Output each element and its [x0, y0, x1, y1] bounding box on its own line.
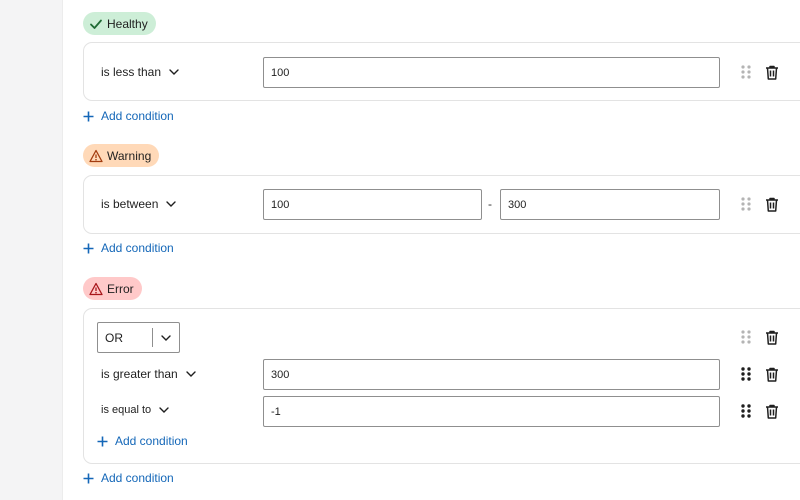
error-badge: Error: [83, 277, 142, 300]
operator-dropdown[interactable]: is between: [101, 197, 177, 211]
trash-icon[interactable]: [764, 329, 780, 345]
chevron-down-icon: [153, 332, 179, 344]
logic-operator-value: OR: [105, 330, 123, 345]
range-to-input[interactable]: [500, 189, 720, 220]
plus-icon: [83, 473, 94, 484]
add-condition-button[interactable]: Add condition: [83, 109, 174, 123]
operator-label: is greater than: [101, 367, 178, 381]
add-condition-label: Add condition: [101, 471, 174, 485]
plus-icon: [83, 243, 94, 254]
add-condition-button[interactable]: Add condition: [83, 241, 174, 255]
trash-icon[interactable]: [764, 64, 780, 80]
operator-label: is equal to: [101, 404, 152, 416]
warning-icon: [89, 282, 103, 296]
value-input[interactable]: [263, 57, 720, 88]
logic-operator-select[interactable]: OR: [97, 322, 180, 353]
operator-label: is less than: [101, 65, 162, 79]
error-label: Error: [107, 281, 134, 296]
add-condition-label: Add condition: [101, 241, 174, 255]
operator-label: is between: [101, 197, 159, 211]
healthy-label: Healthy: [107, 16, 148, 31]
drag-handle-icon[interactable]: [738, 196, 754, 212]
chevron-down-icon: [165, 198, 177, 210]
warning-badge: Warning: [83, 144, 160, 167]
trash-icon[interactable]: [764, 196, 780, 212]
operator-dropdown[interactable]: is greater than: [101, 367, 197, 381]
checkmark-icon: [89, 17, 103, 31]
chevron-down-icon: [158, 404, 170, 416]
plus-icon: [83, 111, 94, 122]
drag-handle-icon[interactable]: [738, 64, 754, 80]
trash-icon[interactable]: [764, 403, 780, 419]
drag-handle-icon[interactable]: [738, 329, 754, 345]
warning-icon: [89, 149, 103, 163]
value-input[interactable]: [263, 359, 720, 390]
add-condition-button[interactable]: Add condition: [83, 471, 174, 485]
add-condition-label: Add condition: [101, 109, 174, 123]
warning-label: Warning: [107, 148, 152, 163]
healthy-badge: Healthy: [83, 12, 156, 35]
drag-handle-icon[interactable]: [738, 366, 754, 382]
plus-icon: [97, 436, 108, 447]
range-separator: -: [488, 197, 492, 211]
operator-dropdown[interactable]: is equal to: [101, 404, 170, 416]
inner-add-condition-button[interactable]: Add condition: [97, 434, 188, 448]
value-input[interactable]: [263, 396, 720, 427]
drag-handle-icon[interactable]: [738, 403, 754, 419]
range-from-input[interactable]: [263, 189, 482, 220]
chevron-down-icon: [168, 66, 180, 78]
add-condition-label: Add condition: [115, 434, 188, 448]
operator-dropdown[interactable]: is less than: [101, 65, 180, 79]
chevron-down-icon: [185, 368, 197, 380]
trash-icon[interactable]: [764, 366, 780, 382]
